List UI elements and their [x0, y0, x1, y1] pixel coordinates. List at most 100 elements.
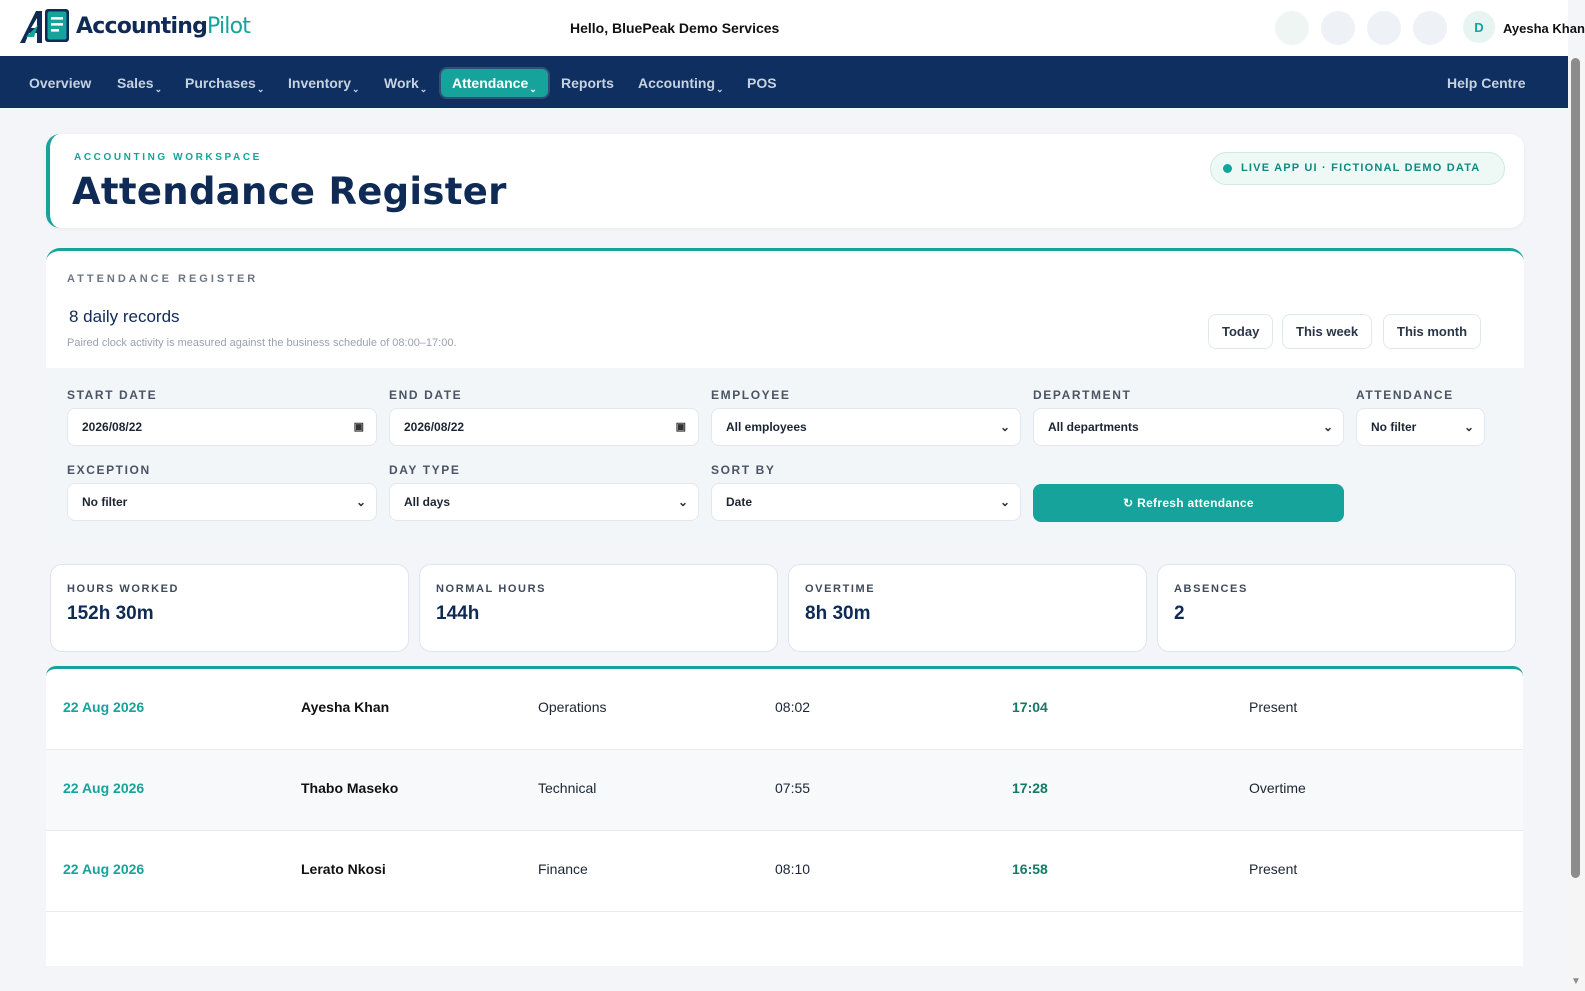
day-type-value: All days — [404, 495, 451, 509]
row-employee: Ayesha Khan — [301, 699, 390, 715]
nav-help-centre[interactable]: Help Centre — [1436, 69, 1537, 97]
calendar-icon[interactable]: ▣ — [676, 409, 686, 445]
section-label: ATTENDANCE REGISTER — [67, 273, 259, 285]
record-count: 8 daily records — [69, 307, 180, 326]
attendance-table: 22 Aug 2026 Ayesha Khan Operations 08:02… — [46, 666, 1523, 966]
nav-inventory[interactable]: Inventory⌄ — [277, 69, 371, 97]
scrollbar-thumb[interactable] — [1571, 58, 1580, 878]
page-header-card: ACCOUNTING WORKSPACE Attendance Register… — [46, 134, 1524, 228]
nav-sales[interactable]: Sales⌄ — [106, 69, 173, 97]
range-this-month-button[interactable]: This month — [1383, 314, 1482, 349]
logo-mark-icon — [18, 7, 74, 45]
scroll-down-arrow-icon[interactable]: ▼ — [1571, 976, 1581, 987]
end-date-field[interactable]: 2026/08/22 ▣ — [389, 408, 699, 446]
stat-label: NORMAL HOURS — [436, 583, 547, 595]
stat-value: 144h — [436, 603, 480, 624]
row-date: 22 Aug 2026 — [63, 780, 145, 796]
demo-data-badge: LIVE APP UI · FICTIONAL DEMO DATA — [1210, 152, 1506, 185]
user-avatar[interactable]: D — [1463, 11, 1495, 43]
nav-attendance[interactable]: Attendance⌄ — [441, 69, 548, 97]
nav-accounting[interactable]: Accounting⌄ — [627, 69, 735, 97]
nav-purchases[interactable]: Purchases⌄ — [174, 69, 275, 97]
start-date-value: 2026/08/22 — [82, 420, 143, 434]
schedule-note: Paired clock activity is measured agains… — [67, 337, 457, 349]
greeting-text: Hello, BluePeak Demo Services — [570, 20, 780, 36]
start-date-label: START DATE — [67, 388, 158, 402]
chevron-down-icon: ⌄ — [999, 420, 1010, 434]
nav-reports[interactable]: Reports — [550, 69, 625, 97]
main-nav: Overview Sales⌄ Purchases⌄ Inventory⌄ Wo… — [0, 56, 1568, 108]
exception-select[interactable]: No filter ⌄ — [67, 483, 377, 521]
chevron-down-icon: ⌄ — [256, 84, 265, 94]
chevron-down-icon: ⌄ — [716, 84, 724, 94]
row-status: Overtime — [1249, 780, 1306, 796]
nav-label: Overview — [29, 75, 92, 91]
stat-value: 152h 30m — [67, 603, 154, 624]
page-scrollbar[interactable]: ▼ — [1568, 56, 1585, 991]
app-logo[interactable]: AccountingPilot — [18, 7, 251, 45]
messages-icon[interactable] — [1321, 11, 1355, 45]
attendance-filter-panel: ATTENDANCE REGISTER 8 daily records Pair… — [46, 248, 1524, 542]
range-today-button[interactable]: Today — [1208, 314, 1274, 349]
chevron-down-icon: ⌄ — [529, 84, 537, 94]
row-employee: Lerato Nkosi — [301, 861, 386, 877]
nav-label: Attendance — [452, 75, 529, 91]
end-date-value: 2026/08/22 — [404, 420, 465, 434]
stat-card-hours-worked: HOURS WORKED 152h 30m — [50, 564, 409, 652]
table-row[interactable]: 22 Aug 2026 Lerato Nkosi Finance 08:10 1… — [46, 831, 1523, 912]
table-row[interactable]: 22 Aug 2026 Thabo Maseko Technical 07:55… — [46, 750, 1523, 831]
user-name[interactable]: Ayesha Khan — [1503, 21, 1585, 36]
row-employee: Thabo Maseko — [301, 780, 399, 796]
stat-label: HOURS WORKED — [67, 583, 180, 595]
stat-label: ABSENCES — [1174, 583, 1248, 595]
attendance-select[interactable]: No filter ⌄ — [1356, 408, 1485, 446]
filter-panel-header: ATTENDANCE REGISTER 8 daily records Pair… — [46, 251, 1524, 368]
employee-select[interactable]: All employees ⌄ — [711, 408, 1021, 446]
chevron-down-icon: ⌄ — [999, 495, 1010, 509]
nav-label: Inventory — [288, 75, 352, 91]
chevron-down-icon: ⌄ — [419, 84, 428, 94]
range-this-week-button[interactable]: This week — [1282, 314, 1373, 349]
stat-card-overtime: OVERTIME 8h 30m — [788, 564, 1147, 652]
chevron-down-icon: ⌄ — [677, 495, 688, 509]
employee-label: EMPLOYEE — [711, 388, 791, 402]
notifications-icon[interactable] — [1275, 11, 1309, 45]
nav-label: Accounting — [638, 75, 715, 91]
nav-overview[interactable]: Overview — [18, 69, 102, 97]
sort-by-label: SORT BY — [711, 463, 776, 477]
attendance-value: No filter — [1371, 420, 1417, 434]
row-department: Technical — [538, 780, 597, 796]
day-type-select[interactable]: All days ⌄ — [389, 483, 699, 521]
refresh-attendance-label: Refresh attendance — [1137, 496, 1254, 510]
settings-icon[interactable] — [1413, 11, 1447, 45]
row-date: 22 Aug 2026 — [63, 699, 145, 715]
table-row[interactable]: 22 Aug 2026 Ayesha Khan Operations 08:02… — [46, 669, 1523, 750]
apps-icon[interactable] — [1367, 11, 1401, 45]
start-date-field[interactable]: 2026/08/22 ▣ — [67, 408, 377, 446]
sort-by-value: Date — [726, 495, 753, 509]
department-select[interactable]: All departments ⌄ — [1033, 408, 1344, 446]
nav-pos[interactable]: POS — [736, 69, 788, 97]
top-bar: AccountingPilot Hello, BluePeak Demo Ser… — [0, 0, 1585, 56]
refresh-attendance-button[interactable]: ↻ Refresh attendance — [1033, 484, 1344, 522]
row-clock-in: 08:10 — [775, 861, 811, 877]
attendance-label: ATTENDANCE — [1356, 388, 1454, 402]
nav-label: Reports — [561, 75, 614, 91]
department-label: DEPARTMENT — [1033, 388, 1132, 402]
nav-work[interactable]: Work⌄ — [373, 69, 438, 97]
row-clock-in: 07:55 — [775, 780, 811, 796]
row-department: Finance — [538, 861, 588, 877]
stat-value: 2 — [1174, 603, 1185, 624]
sort-by-select[interactable]: Date ⌄ — [711, 483, 1021, 521]
brand-name-accent: Pilot — [207, 13, 251, 39]
stat-card-absences: ABSENCES 2 — [1157, 564, 1516, 652]
row-date: 22 Aug 2026 — [63, 861, 145, 877]
stat-value: 8h 30m — [805, 603, 871, 624]
calendar-icon[interactable]: ▣ — [354, 409, 364, 445]
demo-data-badge-label: LIVE APP UI · FICTIONAL DEMO DATA — [1241, 162, 1481, 174]
chevron-down-icon: ⌄ — [352, 84, 360, 94]
status-dot-icon — [1223, 164, 1232, 173]
chevron-down-icon: ⌄ — [1322, 420, 1333, 434]
brand-name-main: Accounting — [76, 13, 208, 39]
row-clock-in: 08:02 — [775, 699, 811, 715]
